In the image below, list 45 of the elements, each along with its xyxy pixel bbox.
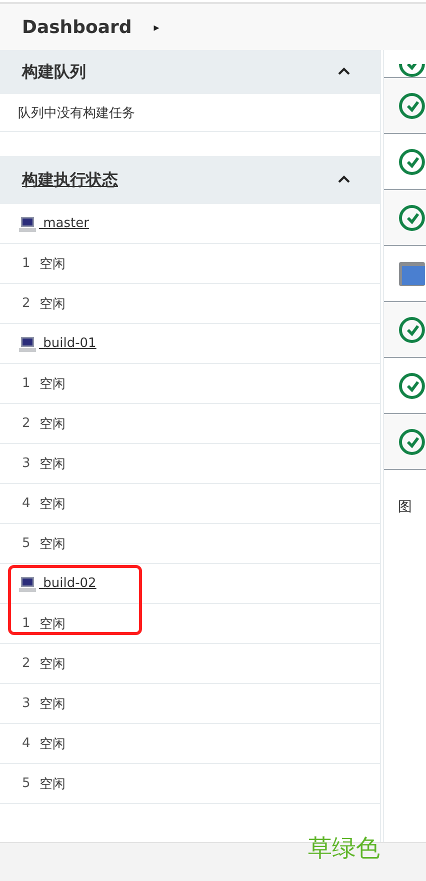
executor-number: 3 xyxy=(22,696,30,711)
node-link[interactable]: build-01 xyxy=(18,336,96,352)
executor-status: 空闲 xyxy=(39,416,66,432)
executor-number: 2 xyxy=(22,296,30,311)
executor-number: 5 xyxy=(22,776,30,791)
dashboard-link[interactable]: Dashboard xyxy=(22,16,132,38)
legend-label: 图 xyxy=(398,498,414,516)
executor-status: 空闲 xyxy=(39,256,66,272)
executor-status: 空闲 xyxy=(39,696,66,712)
executor-status: 空闲 xyxy=(39,616,66,632)
executor-number: 2 xyxy=(22,656,30,671)
annotation-label: 草绿色 xyxy=(308,833,380,864)
executor-status: 空闲 xyxy=(39,656,66,672)
executor-status: 空闲 xyxy=(39,736,66,752)
executor-number: 2 xyxy=(22,416,30,431)
breadcrumb-arrow-icon[interactable]: ▸ xyxy=(154,20,160,34)
folder-icon xyxy=(398,260,426,288)
executor-status: 空闲 xyxy=(39,536,66,552)
node-link[interactable]: master xyxy=(18,216,89,232)
executor-number: 5 xyxy=(22,536,30,551)
section-title: 构建队列 xyxy=(22,62,86,82)
executor-number: 1 xyxy=(22,616,30,631)
success-status-icon xyxy=(398,148,426,176)
section-title[interactable]: 构建执行状态 xyxy=(22,170,118,190)
executor-number: 1 xyxy=(22,256,30,271)
success-status-icon xyxy=(398,92,426,120)
success-status-icon xyxy=(398,204,426,232)
computer-icon xyxy=(18,336,37,352)
computer-icon xyxy=(18,216,37,232)
executor-status: 空闲 xyxy=(39,776,66,792)
executor-number: 3 xyxy=(22,456,30,471)
node-link[interactable]: build-02 xyxy=(18,576,96,592)
success-status-icon xyxy=(398,64,426,77)
executor-number: 4 xyxy=(22,496,30,511)
success-status-icon xyxy=(398,316,426,344)
empty-queue-message: 队列中没有构建任务 xyxy=(0,94,380,132)
executor-status: 空闲 xyxy=(39,496,66,512)
executor-status: 空闲 xyxy=(39,296,66,312)
computer-icon xyxy=(18,576,37,592)
success-status-icon xyxy=(398,372,426,400)
executor-number: 1 xyxy=(22,376,30,391)
success-status-icon xyxy=(398,428,426,456)
executor-status: 空闲 xyxy=(39,456,66,472)
executor-number: 4 xyxy=(22,736,30,751)
executor-status: 空闲 xyxy=(39,376,66,392)
